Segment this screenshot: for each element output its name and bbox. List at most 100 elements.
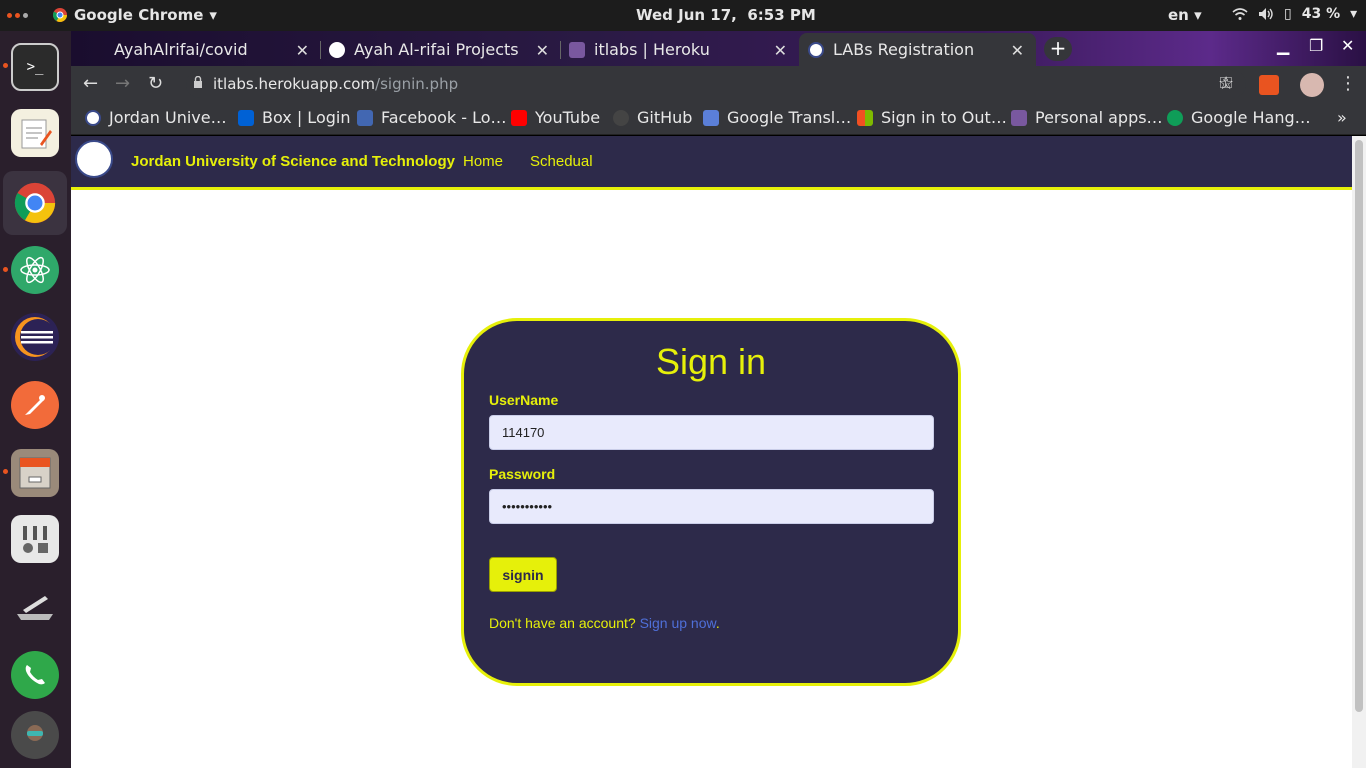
signup-prompt: Don't have an account? Sign up now. [489, 615, 720, 631]
chrome-icon [52, 8, 67, 22]
site-brand[interactable]: Jordan University of Science and Technol… [131, 153, 455, 170]
url-host: itlabs.herokuapp.com [213, 75, 376, 93]
tab-title: LABs Registration [833, 40, 975, 59]
chevron-down-icon: ▾ [1350, 6, 1358, 22]
battery-percent: 43 % [1301, 6, 1341, 22]
tab-title: AyahAlrifai/covid [114, 40, 248, 59]
password-input[interactable] [489, 489, 934, 524]
username-input[interactable] [489, 415, 934, 450]
heroku-icon [1011, 109, 1027, 126]
bookmark-star-icon[interactable]: ☆ [1218, 73, 1234, 94]
app-name: Google Chrome [74, 6, 204, 24]
bookmark-label: Sign in to Out… [881, 108, 1007, 127]
language-indicator[interactable]: en ▾ [1168, 6, 1202, 24]
settings-sliders-icon[interactable] [11, 515, 59, 563]
minimize-icon[interactable]: ▁ [1277, 36, 1289, 55]
bookmark-item[interactable]: Google Hang… [1167, 108, 1311, 127]
tab-projects[interactable]: Ayah Al-rifai Projects ✕ [329, 33, 561, 66]
close-tab-icon[interactable]: ✕ [1011, 41, 1024, 60]
lock-icon [194, 76, 202, 88]
more-bookmarks-icon[interactable]: » [1337, 108, 1347, 127]
app-menu[interactable]: Google Chrome ▾ [52, 6, 217, 24]
tab-title: itlabs | Heroku [594, 40, 710, 59]
heroku-favicon-icon [569, 41, 585, 58]
signin-button[interactable]: signin [489, 557, 557, 592]
close-tab-icon[interactable]: ✕ [296, 41, 309, 60]
browser-toolbar: ← → ↻ itlabs.herokuapp.com/signin.php ⚿ … [71, 66, 1366, 102]
scrollbar-thumb[interactable] [1355, 140, 1363, 712]
profile-avatar[interactable] [1300, 73, 1324, 97]
facebook-icon [357, 109, 373, 126]
just-logo-icon [85, 109, 101, 126]
signup-link[interactable]: Sign up now [640, 615, 716, 631]
phone-icon[interactable] [11, 651, 59, 699]
bookmark-item[interactable]: YouTube [511, 108, 600, 127]
bookmark-label: YouTube [535, 108, 601, 127]
eclipse-icon[interactable] [11, 313, 59, 361]
bookmark-label: Box | Login [262, 108, 351, 127]
language-label: en [1168, 6, 1189, 24]
show-applications-icon[interactable] [11, 711, 59, 759]
tab-github-covid[interactable]: AyahAlrifai/covid ✕ [89, 33, 321, 66]
microsoft-icon [857, 109, 873, 126]
bookmark-label: Facebook - Lo… [381, 108, 507, 127]
bookmark-label: Jordan Unive… [109, 108, 227, 127]
kebab-menu-icon[interactable]: ⋮ [1339, 73, 1357, 94]
url-path: /signin.php [375, 75, 459, 93]
file-cabinet-icon[interactable] [11, 449, 59, 497]
password-label: Password [489, 466, 556, 482]
just-logo-favicon-icon [808, 41, 824, 58]
reload-icon[interactable]: ↻ [148, 73, 163, 94]
bookmark-item[interactable]: Sign in to Out… [857, 108, 1007, 127]
chevron-down-icon: ▾ [209, 6, 217, 24]
university-logo[interactable] [75, 140, 113, 178]
activities-dots-icon[interactable] [7, 13, 28, 18]
tab-heroku[interactable]: itlabs | Heroku ✕ [569, 33, 799, 66]
signin-title: Sign in [655, 341, 767, 382]
system-tray[interactable]: ▯ 43 % ▾ [1232, 6, 1357, 22]
globe-favicon-icon [329, 41, 345, 58]
postman-icon[interactable] [11, 381, 59, 429]
bookmark-item[interactable]: Google Transl… [703, 108, 851, 127]
close-window-icon[interactable]: ✕ [1341, 36, 1354, 55]
address-bar[interactable]: itlabs.herokuapp.com/signin.php ⚿ [186, 70, 1246, 98]
bookmark-item[interactable]: GitHub [613, 108, 692, 127]
chrome-dock-icon[interactable] [3, 171, 67, 235]
clock[interactable]: Wed Jun 17, 6:53 PM [636, 6, 816, 24]
site-navbar: Jordan University of Science and Technol… [71, 136, 1352, 190]
nav-schedual[interactable]: Schedual [530, 153, 593, 170]
nav-home[interactable]: Home [463, 153, 503, 170]
tab-labs-registration[interactable]: LABs Registration ✕ [799, 33, 1036, 66]
tab-title: Ayah Al-rifai Projects [354, 40, 519, 59]
youtube-icon [511, 109, 527, 126]
signin-card: Sign in UserName Password signin Don't h… [461, 318, 961, 686]
bookmark-label: GitHub [637, 108, 693, 127]
bookmark-item[interactable]: Facebook - Lo… [357, 108, 507, 127]
web-page: Jordan University of Science and Technol… [71, 136, 1352, 768]
bookmark-item[interactable]: Jordan Unive… [85, 108, 227, 127]
box-icon [238, 109, 254, 126]
bookmark-item[interactable]: Personal apps… [1011, 108, 1163, 127]
text-editor-icon[interactable] [11, 109, 59, 157]
url-text: itlabs.herokuapp.com/signin.php [213, 75, 458, 93]
restore-icon[interactable]: ❐ [1309, 36, 1323, 55]
forward-arrow-icon[interactable]: → [115, 73, 130, 94]
bookmarks-bar: Jordan Unive… Box | Login Facebook - Lo…… [71, 102, 1366, 135]
tools-icon[interactable] [11, 583, 59, 631]
close-tab-icon[interactable]: ✕ [774, 41, 787, 60]
new-tab-button[interactable]: + [1044, 37, 1072, 61]
close-tab-icon[interactable]: ✕ [536, 41, 549, 60]
hangouts-icon [1167, 109, 1183, 126]
tab-strip: AyahAlrifai/covid ✕ Ayah Al-rifai Projec… [71, 31, 1366, 66]
battery-icon: ▯ [1284, 6, 1292, 22]
signup-prompt-text: Don't have an account? [489, 615, 636, 631]
terminal-icon[interactable]: >_ [11, 43, 59, 91]
dock: >_ [0, 31, 71, 768]
google-translate-icon [703, 109, 719, 126]
back-arrow-icon[interactable]: ← [83, 73, 98, 94]
signup-prompt-end: . [715, 615, 720, 631]
atom-icon[interactable] [11, 246, 59, 294]
page-scrollbar[interactable] [1352, 136, 1366, 768]
extension-icon[interactable] [1259, 75, 1279, 95]
bookmark-item[interactable]: Box | Login [238, 108, 350, 127]
